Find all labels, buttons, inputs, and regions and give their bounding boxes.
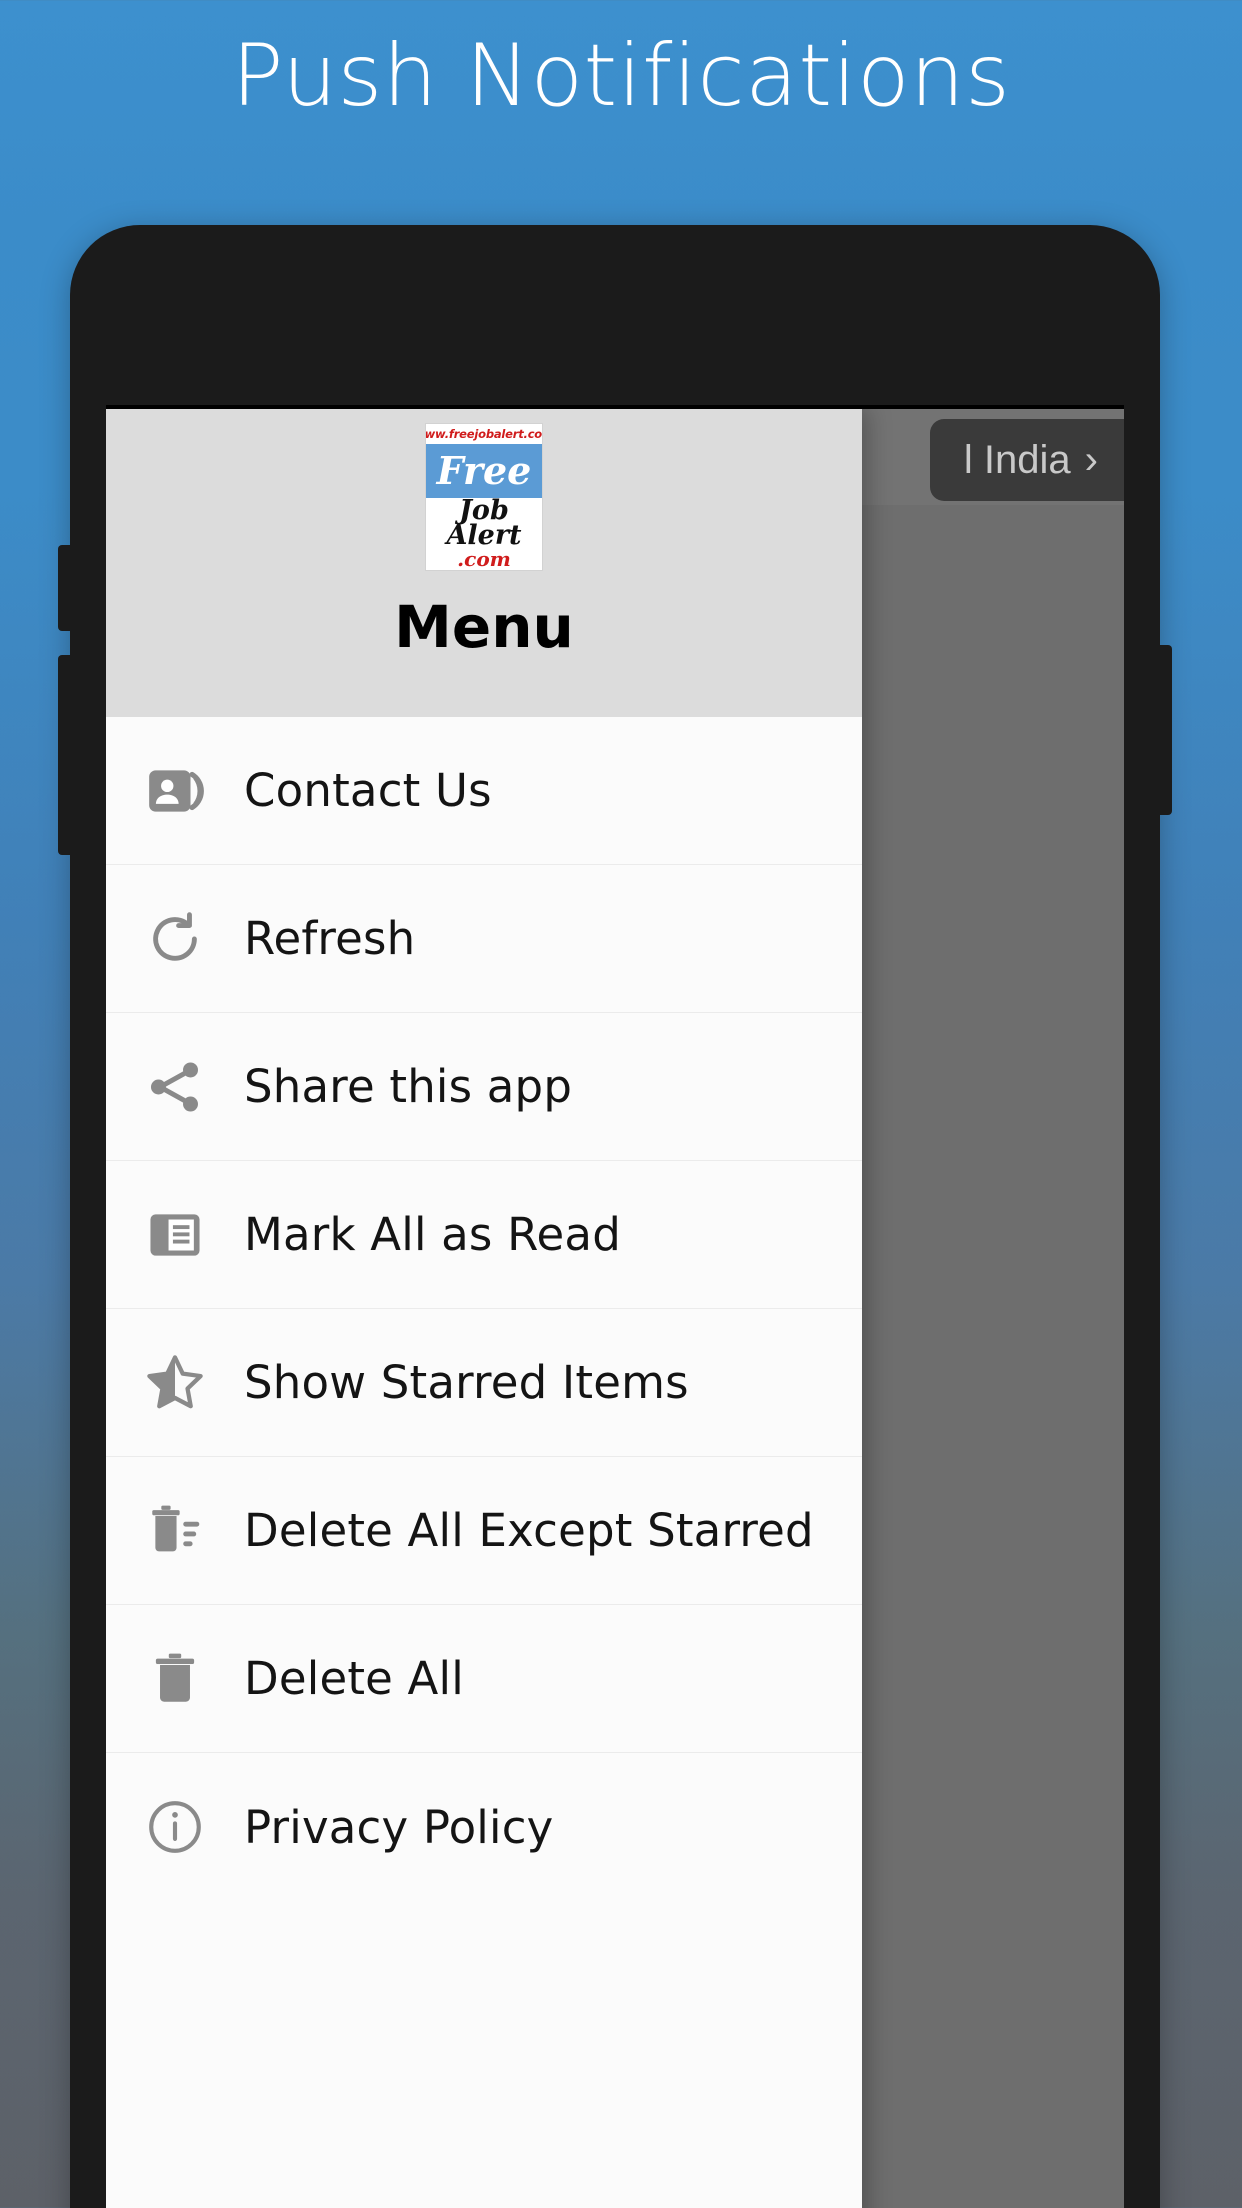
menu-item-label: Delete All — [244, 1652, 464, 1705]
logo-free-text: Free — [426, 444, 542, 498]
tab-all-india-label: l India — [963, 437, 1071, 482]
phone-screen: l India › 2020 24 2019 — [106, 405, 1124, 2208]
menu-item-label: Refresh — [244, 912, 416, 965]
logo-url-text: www.freejobalert.com — [426, 424, 542, 444]
menu-item-contact-us[interactable]: Contact Us — [106, 717, 862, 865]
menu-item-label: Delete All Except Starred — [244, 1504, 814, 1557]
menu-item-share-this-app[interactable]: Share this app — [106, 1013, 862, 1161]
menu-item-label: Share this app — [244, 1060, 573, 1113]
menu-item-delete-all-except-starred[interactable]: Delete All Except Starred — [106, 1457, 862, 1605]
page-title: Push Notifications — [231, 26, 1011, 126]
menu-item-show-starred-items[interactable]: Show Starred Items — [106, 1309, 862, 1457]
refresh-icon — [106, 908, 244, 970]
menu-item-label: Show Starred Items — [244, 1356, 689, 1409]
share-icon — [106, 1056, 244, 1118]
volume-down-button[interactable] — [58, 655, 74, 855]
menu-item-label: Contact Us — [244, 764, 492, 817]
drawer-menu-list: Contact Us Refresh Share this app Mark A… — [106, 717, 862, 1901]
logo-com-text: .com — [457, 547, 511, 571]
drawer-header: www.freejobalert.com Free Job Alert .com… — [106, 409, 862, 717]
volume-up-button[interactable] — [58, 545, 74, 631]
mark-read-icon — [106, 1204, 244, 1266]
menu-item-privacy-policy[interactable]: Privacy Policy — [106, 1753, 862, 1901]
delete-sweep-icon — [106, 1500, 244, 1562]
phone-frame: l India › 2020 24 2019 — [58, 225, 1172, 2208]
star-half-icon — [106, 1351, 244, 1415]
drawer-title: Menu — [394, 593, 574, 661]
navigation-drawer: www.freejobalert.com Free Job Alert .com… — [106, 409, 862, 2208]
menu-item-label: Mark All as Read — [244, 1208, 621, 1261]
tab-all-india[interactable]: l India › — [929, 419, 1124, 501]
logo-lower: Job Alert .com — [426, 498, 542, 570]
trash-icon — [106, 1648, 244, 1710]
contacts-icon — [106, 760, 244, 822]
menu-item-delete-all[interactable]: Delete All — [106, 1605, 862, 1753]
app-logo: www.freejobalert.com Free Job Alert .com — [425, 423, 543, 571]
logo-alert-text: Alert — [446, 520, 522, 552]
menu-item-refresh[interactable]: Refresh — [106, 865, 862, 1013]
power-button[interactable] — [1156, 645, 1172, 815]
menu-item-label: Privacy Policy — [244, 1800, 554, 1854]
info-icon — [106, 1796, 244, 1858]
menu-item-mark-all-as-read[interactable]: Mark All as Read — [106, 1161, 862, 1309]
chevron-right-icon: › — [1084, 437, 1098, 482]
